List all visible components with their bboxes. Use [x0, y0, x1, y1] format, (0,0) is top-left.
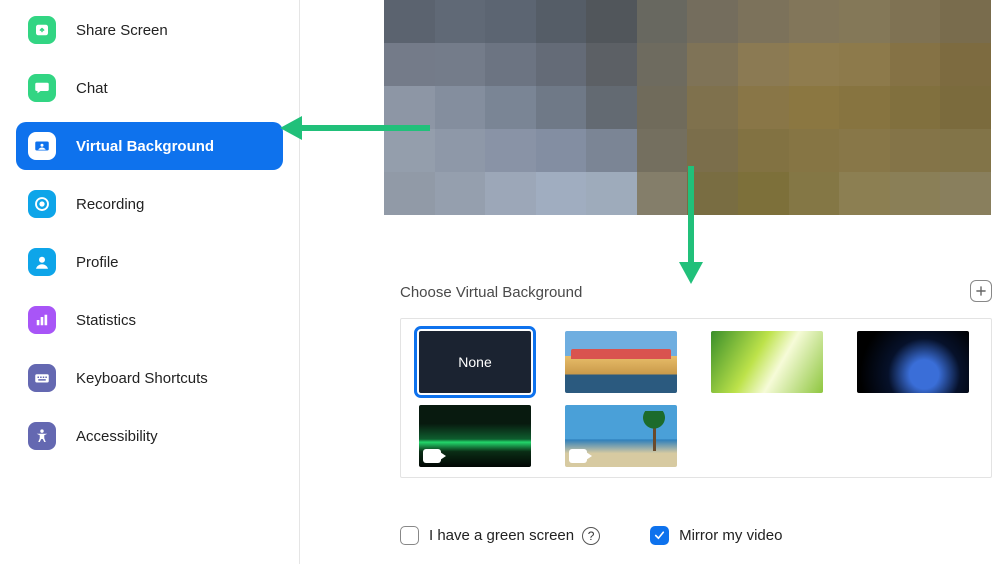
recording-icon [28, 190, 56, 218]
sidebar-item-label: Recording [76, 196, 144, 213]
keyboard-icon [28, 364, 56, 392]
chat-icon [28, 74, 56, 102]
green-screen-checkbox[interactable]: I have a green screen ? [400, 526, 600, 545]
main-panel: Choose Virtual Background None [300, 0, 1002, 564]
background-thumb-grass[interactable] [711, 331, 823, 393]
add-background-button[interactable] [970, 280, 992, 302]
sidebar-item-label: Keyboard Shortcuts [76, 370, 208, 387]
options-row: I have a green screen ? Mirror my video [400, 526, 782, 545]
sidebar-item-share-screen[interactable]: Share Screen [16, 6, 283, 54]
sidebar-item-accessibility[interactable]: Accessibility [16, 412, 283, 460]
background-thumb-beach[interactable] [565, 405, 677, 467]
sidebar-item-label: Share Screen [76, 22, 168, 39]
background-thumb-bridge[interactable] [565, 331, 677, 393]
sidebar-item-keyboard-shortcuts[interactable]: Keyboard Shortcuts [16, 354, 283, 402]
thumb-label: None [458, 354, 491, 370]
accessibility-icon [28, 422, 56, 450]
video-overlay-icon [569, 449, 587, 463]
settings-sidebar: Share Screen Chat Virtual Background Rec… [0, 0, 300, 564]
help-icon[interactable]: ? [582, 527, 600, 545]
share-screen-icon [28, 16, 56, 44]
sidebar-item-label: Statistics [76, 312, 136, 329]
virtual-background-icon [28, 132, 56, 160]
sidebar-item-statistics[interactable]: Statistics [16, 296, 283, 344]
sidebar-item-label: Virtual Background [76, 138, 214, 155]
sidebar-item-label: Accessibility [76, 428, 158, 445]
section-title: Choose Virtual Background [400, 284, 582, 301]
checkbox-label: I have a green screen [429, 527, 574, 544]
checkbox-label: Mirror my video [679, 527, 782, 544]
sidebar-item-label: Chat [76, 80, 108, 97]
statistics-icon [28, 306, 56, 334]
sidebar-item-chat[interactable]: Chat [16, 64, 283, 112]
video-preview [384, 0, 991, 215]
background-thumb-none[interactable]: None [419, 331, 531, 393]
background-thumbnails: None [400, 318, 992, 478]
profile-icon [28, 248, 56, 276]
checkbox-box [650, 526, 669, 545]
checkbox-box [400, 526, 419, 545]
sidebar-item-virtual-background[interactable]: Virtual Background [16, 122, 283, 170]
background-thumb-aurora[interactable] [419, 405, 531, 467]
sidebar-item-profile[interactable]: Profile [16, 238, 283, 286]
background-thumb-earth[interactable] [857, 331, 969, 393]
mirror-video-checkbox[interactable]: Mirror my video [650, 526, 782, 545]
sidebar-item-recording[interactable]: Recording [16, 180, 283, 228]
video-overlay-icon [423, 449, 441, 463]
sidebar-item-label: Profile [76, 254, 119, 271]
